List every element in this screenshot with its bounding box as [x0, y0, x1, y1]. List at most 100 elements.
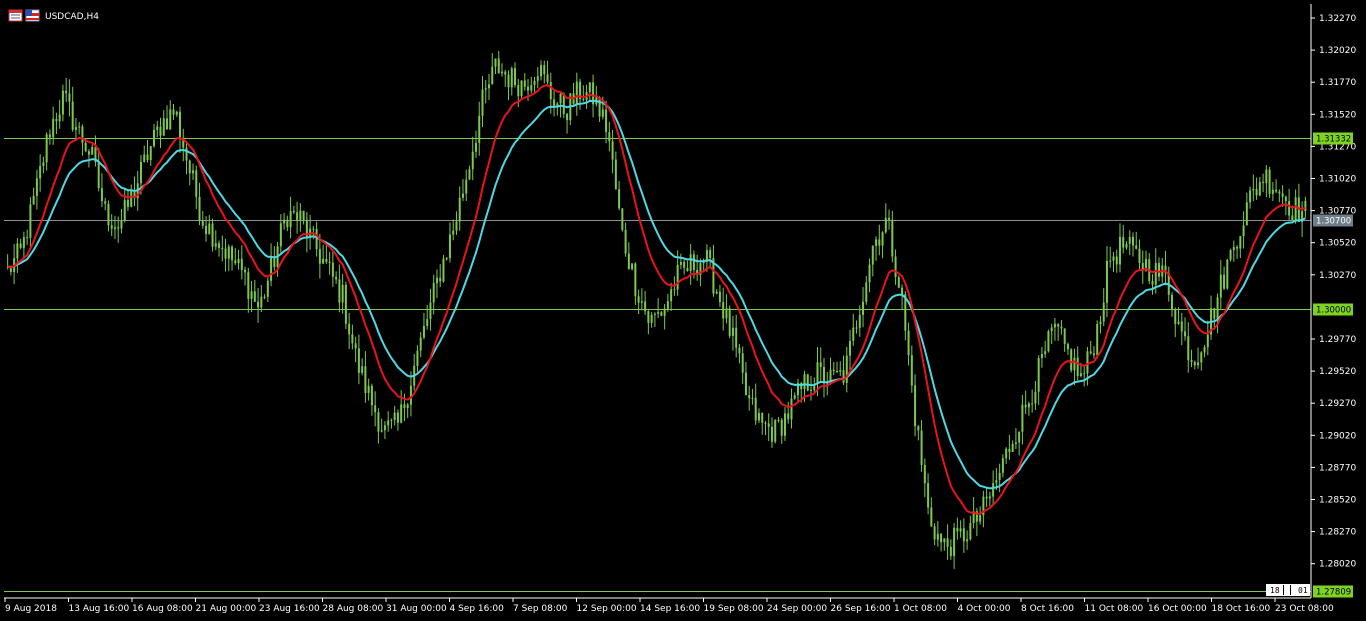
candle-body [1154, 263, 1157, 285]
candle-body [35, 178, 38, 196]
candle-body [107, 203, 110, 226]
candle-body [819, 362, 822, 367]
candle-body [1245, 202, 1248, 226]
x-tick-label: 13 Aug 16:00 [69, 604, 130, 614]
x-tick-label: 11 Oct 08:00 [1085, 604, 1144, 614]
candle-body [992, 483, 995, 497]
candle-body [849, 340, 852, 356]
candle-body [87, 151, 90, 155]
candle-body [1252, 189, 1255, 191]
candle-body [618, 189, 621, 209]
candle-body [637, 296, 640, 303]
candle-body [71, 101, 74, 130]
candle-body [608, 132, 611, 142]
candle-body [1060, 326, 1063, 329]
candle-body [533, 80, 536, 86]
candle-body [286, 219, 289, 228]
candle-body [318, 249, 321, 264]
candle-body [936, 533, 939, 540]
candle-body [19, 243, 22, 248]
candle-body [540, 65, 543, 77]
candle-body [1213, 308, 1216, 319]
candle-body [624, 229, 627, 254]
candle-body [185, 147, 188, 161]
candle-body [663, 308, 666, 316]
candle-body [718, 291, 721, 303]
candle-body [1242, 225, 1245, 237]
candle-body [1099, 321, 1102, 324]
candle-body [84, 142, 87, 152]
candle-body [1177, 321, 1180, 324]
candle-body [1122, 236, 1125, 248]
candle-body [1219, 274, 1222, 298]
candle-body [728, 308, 731, 336]
candle-body [566, 113, 569, 121]
candle-body [1275, 189, 1278, 192]
candle-body [1193, 362, 1196, 366]
candle-body [1001, 458, 1004, 473]
y-tick-label: 1.29020 [1319, 431, 1356, 441]
candle-body [270, 257, 273, 281]
candle-body [660, 312, 663, 316]
candle-body [1040, 354, 1043, 359]
candle-body [676, 264, 679, 290]
chart-title: USDCAD,H4 [45, 12, 99, 22]
candle-body [1031, 403, 1034, 405]
price-chart[interactable]: 1.322701.320201.317701.315201.312701.310… [0, 0, 1366, 621]
flag-icon[interactable] [25, 9, 40, 22]
candle-body [686, 267, 689, 271]
candle-body [523, 80, 526, 87]
candle-body [432, 283, 435, 303]
candle-body [175, 111, 178, 115]
candle-body [1304, 200, 1307, 212]
candle-body [169, 109, 172, 130]
candle-body [1262, 181, 1265, 184]
candle-body [61, 90, 64, 115]
candle-body [943, 538, 946, 543]
candle-body [26, 237, 29, 239]
bar-counter-b: 01 [1298, 586, 1308, 595]
candle-body [1014, 442, 1017, 444]
hline-label: 1.30000 [1316, 306, 1351, 316]
candle-body [907, 330, 910, 356]
candle-body [357, 348, 360, 373]
candle-body [29, 204, 32, 238]
candle-body [22, 237, 25, 248]
candle-body [461, 193, 464, 198]
x-tick-label: 18 Oct 16:00 [1212, 604, 1271, 614]
candle-body [380, 430, 383, 432]
x-tick-label: 19 Sep 08:00 [704, 604, 764, 614]
candle-body [1115, 256, 1118, 265]
candle-body [748, 395, 751, 399]
y-tick-label: 1.32020 [1319, 46, 1356, 56]
candle-body [1047, 331, 1050, 352]
candle-body [367, 385, 370, 393]
candle-body [1297, 197, 1300, 222]
candle-body [123, 200, 126, 221]
candle-body [361, 366, 364, 373]
candle-body [296, 212, 299, 221]
candle-body [611, 141, 614, 160]
candle-body [1206, 334, 1209, 348]
candle-body [32, 195, 35, 205]
chart-window-icon[interactable] [8, 9, 23, 22]
bar-counter: 18 01 [1266, 584, 1310, 596]
candle-body [253, 291, 256, 302]
candle-body [966, 539, 969, 542]
y-tick-label: 1.29770 [1319, 335, 1356, 345]
candle-body [354, 343, 357, 349]
y-tick-label: 1.32270 [1319, 14, 1356, 24]
candle-body [865, 282, 868, 302]
candle-body [1229, 250, 1232, 260]
chart-background [0, 0, 1366, 621]
candle-body [1112, 256, 1115, 261]
y-tick-label: 1.29270 [1319, 399, 1356, 409]
candle-body [195, 170, 198, 197]
candle-body [1151, 281, 1154, 285]
candle-body [322, 258, 325, 264]
candle-body [881, 232, 884, 246]
candle-body [117, 227, 120, 229]
candle-body [273, 257, 276, 268]
candle-body [1096, 323, 1099, 356]
candle-body [348, 323, 351, 335]
